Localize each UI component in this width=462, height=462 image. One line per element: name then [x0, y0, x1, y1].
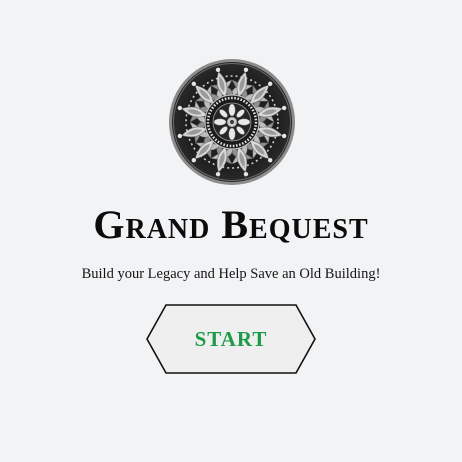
- title-screen: Grand Bequest Build your Legacy and Help…: [0, 0, 462, 462]
- game-title: Grand Bequest: [93, 202, 369, 247]
- start-button[interactable]: START: [146, 304, 316, 374]
- game-subtitle: Build your Legacy and Help Save an Old B…: [81, 266, 381, 282]
- start-button-label: START: [194, 327, 268, 351]
- ornate-medallion-icon: [168, 58, 296, 186]
